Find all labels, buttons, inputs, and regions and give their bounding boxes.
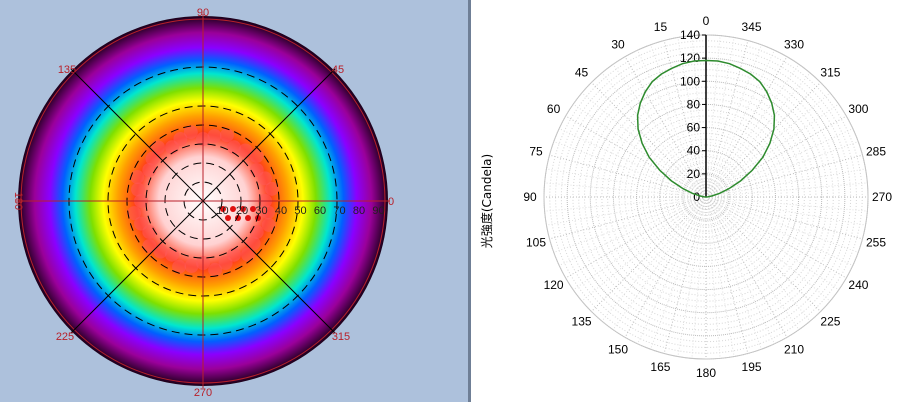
grid-spoke [705, 196, 800, 330]
angle-tick-label: 315 [820, 66, 840, 80]
radial-tick-label: 20 [687, 167, 701, 181]
radial-label: 70 [333, 205, 345, 217]
grid-spoke [612, 196, 707, 330]
grid-spoke [705, 49, 775, 198]
angle-tick-label: 60 [547, 102, 561, 116]
angle-tick-label: 150 [608, 342, 628, 356]
grid-spoke [705, 196, 839, 291]
angle-tick-label: 0 [703, 14, 710, 28]
hotspot [219, 128, 234, 143]
angle-label: 315 [332, 331, 350, 343]
intensity-map-chart: 0 45 90 135 180 225 270 315 10 20 30 40 50 60 70 80 90 [12, 7, 394, 399]
grid-spoke [705, 196, 859, 253]
grid-spoke [544, 196, 707, 212]
grid-spoke [637, 196, 707, 345]
hotspot [184, 258, 199, 273]
radial-tick-label: 0 [693, 190, 700, 204]
radial-tick-label: 80 [687, 97, 701, 111]
grid-spoke [705, 196, 749, 354]
angle-tick-label: 135 [572, 314, 592, 328]
grid-spoke [565, 196, 707, 279]
angle-tick-label: 165 [650, 360, 670, 374]
radial-label: 80 [353, 205, 365, 217]
angle-tick-label: 225 [820, 314, 840, 328]
grid-spoke [705, 196, 854, 266]
polar-intensity-chart: 0 345330315300285270255240225210195180165… [479, 14, 892, 380]
grid-spoke [624, 196, 707, 338]
radial-label: 60 [314, 205, 326, 217]
angle-tick-label: 90 [523, 190, 537, 204]
grid-spoke [705, 196, 762, 350]
angle-label: 90 [197, 7, 209, 19]
angle-tick-label: 285 [866, 144, 886, 158]
angle-label: 180 [12, 192, 24, 210]
grid-spoke [558, 196, 707, 266]
hotspot [131, 182, 146, 197]
radial-label: 10 [216, 205, 228, 217]
angle-label: 270 [194, 387, 212, 399]
grid-spoke [705, 196, 847, 279]
grid-spoke [705, 196, 868, 212]
grid-spoke [705, 196, 721, 359]
radial-label: 50 [294, 205, 306, 217]
grid-spoke [705, 154, 863, 198]
hotspot [207, 129, 222, 144]
polar-plot-panel: 0 345 330 315 300 285 270 255 240 225 210 195 180 165… [471, 0, 911, 402]
angle-tick-label: 120 [544, 278, 564, 292]
angle-tick-label: 180 [696, 366, 716, 380]
grid-spoke [705, 82, 821, 198]
angle-tick-label: 30 [611, 38, 625, 52]
grid-spoke [558, 128, 707, 198]
angle-label: 45 [332, 64, 344, 76]
angle-tick-label: 105 [526, 236, 546, 250]
angle-tick-label: 270 [872, 190, 892, 204]
angle-tick-label: 75 [529, 144, 543, 158]
angle-tick-label: 15 [654, 20, 668, 34]
angle-label: 135 [58, 64, 76, 76]
hotspot [240, 247, 255, 262]
grid-spoke [549, 154, 707, 198]
grid-spoke [650, 196, 707, 350]
angle-tick-label: 210 [784, 342, 804, 356]
angle-label: 0 [388, 196, 394, 208]
grid-spoke [705, 64, 800, 198]
angle-tick-label: 45 [575, 66, 589, 80]
radial-label: 30 [255, 205, 267, 217]
hotspot [151, 140, 166, 155]
radial-label: 20 [236, 205, 248, 217]
grid-spoke [591, 196, 707, 312]
grid-spoke [705, 103, 839, 198]
angle-tick-label: 240 [848, 278, 868, 292]
radial-label: 40 [275, 205, 287, 217]
grid-spoke [544, 182, 707, 198]
intensity-map-panel: 0 45 90 135 180 225 270 315 10 20 30 40 50 60 70 80 90 [0, 0, 468, 402]
angle-tick-label: 345 [742, 20, 762, 34]
intensity-map-radial-labels: 10 20 30 40 50 60 70 80 90 [216, 205, 384, 217]
grid-spoke [705, 182, 868, 198]
grid-spoke [663, 196, 707, 354]
grid-spoke [705, 196, 821, 312]
hotspot [249, 149, 264, 164]
angle-tick-label: 330 [784, 38, 804, 52]
angle-tick-label: 300 [848, 102, 868, 116]
hotspot [208, 262, 223, 277]
radial-label: 90 [372, 205, 384, 217]
angle-tick-label: 195 [742, 360, 762, 374]
angle-label: 225 [56, 331, 74, 343]
radial-tick-label: 60 [687, 121, 701, 135]
radial-tick-label: 100 [680, 74, 700, 88]
hotspot [142, 238, 157, 253]
radial-tick-label: 40 [687, 144, 701, 158]
angle-tick-label: 255 [866, 236, 886, 250]
radial-tick-label: 140 [680, 28, 700, 42]
polar-y-axis-label: 光強度(Candela) [479, 154, 494, 248]
grid-spoke [705, 196, 775, 345]
